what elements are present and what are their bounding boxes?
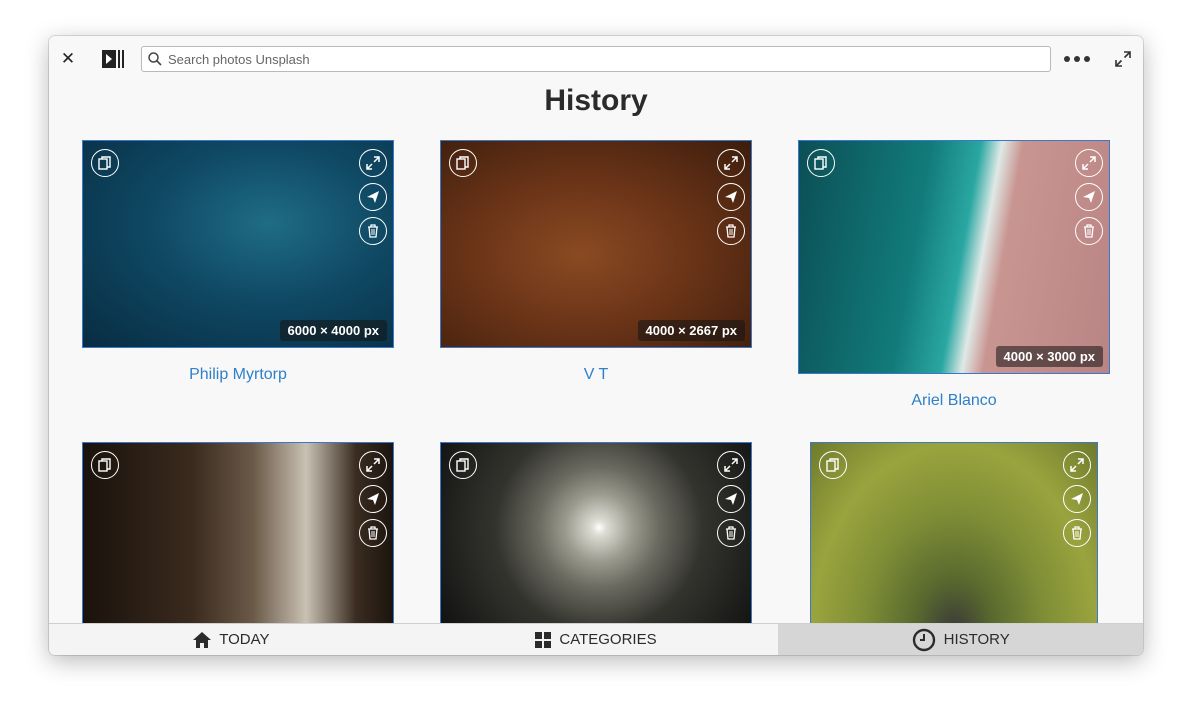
close-button[interactable]: ✕ (60, 48, 76, 70)
fullscreen-button[interactable] (1115, 51, 1131, 67)
expand-photo-button[interactable] (1075, 149, 1103, 177)
expand-icon (724, 458, 738, 472)
trash-icon (1072, 526, 1082, 540)
send-button[interactable] (717, 183, 745, 211)
copy-button[interactable] (819, 451, 847, 479)
paper-plane-icon (367, 493, 379, 505)
copy-icon (814, 156, 827, 170)
search-icon (148, 52, 162, 66)
delete-button[interactable] (359, 217, 387, 245)
tab-categories[interactable]: CATEGORIES (414, 624, 779, 655)
paper-plane-icon (725, 191, 737, 203)
page-title: History (544, 84, 648, 117)
photo-card[interactable]: 4000 × 2667 px (440, 140, 752, 348)
copy-icon (456, 156, 469, 170)
photo-card[interactable]: 6000 × 4000 px (82, 140, 394, 348)
photo-card[interactable]: 4000 × 3000 px (798, 140, 1110, 374)
delete-button[interactable] (359, 519, 387, 547)
tab-today[interactable]: TODAY (49, 624, 414, 655)
photo-author-link[interactable]: V T (440, 366, 752, 384)
trash-icon (368, 224, 378, 238)
more-dots-icon (1064, 56, 1090, 62)
photo-card[interactable] (440, 442, 752, 632)
expand-photo-button[interactable] (717, 451, 745, 479)
app-window: ✕ Search photos Unsplash History 6000 × … (49, 36, 1143, 655)
copy-button[interactable] (807, 149, 835, 177)
tab-history[interactable]: HISTORY (778, 624, 1143, 655)
expand-icon (1115, 51, 1131, 67)
photo-author-link[interactable]: Philip Myrtorp (82, 366, 394, 384)
expand-icon (724, 156, 738, 170)
send-button[interactable] (359, 183, 387, 211)
send-button[interactable] (1063, 485, 1091, 513)
paper-plane-icon (1083, 191, 1095, 203)
copy-icon (456, 458, 469, 472)
trash-icon (1084, 224, 1094, 238)
resolution-badge: 6000 × 4000 px (279, 320, 387, 341)
delete-button[interactable] (1075, 217, 1103, 245)
trash-icon (368, 526, 378, 540)
trash-icon (726, 224, 736, 238)
send-button[interactable] (717, 485, 745, 513)
copy-icon (98, 156, 111, 170)
expand-icon (1082, 156, 1096, 170)
more-options-button[interactable] (1063, 48, 1091, 70)
expand-icon (366, 458, 380, 472)
app-logo-icon (102, 50, 124, 68)
photo-card[interactable] (810, 442, 1098, 632)
tab-today-label: TODAY (219, 631, 270, 648)
top-bar: ✕ (49, 36, 1143, 82)
copy-icon (98, 458, 111, 472)
copy-icon (826, 458, 839, 472)
copy-button[interactable] (449, 149, 477, 177)
trash-icon (726, 526, 736, 540)
copy-button[interactable] (449, 451, 477, 479)
copy-button[interactable] (91, 149, 119, 177)
delete-button[interactable] (717, 519, 745, 547)
delete-button[interactable] (717, 217, 745, 245)
resolution-badge: 4000 × 3000 px (995, 346, 1103, 367)
expand-icon (366, 156, 380, 170)
clock-icon (912, 628, 935, 651)
tab-history-label: HISTORY (943, 631, 1010, 648)
tab-categories-label: CATEGORIES (559, 631, 657, 648)
copy-button[interactable] (91, 451, 119, 479)
send-button[interactable] (1075, 183, 1103, 211)
grid-icon (535, 631, 552, 648)
expand-photo-button[interactable] (717, 149, 745, 177)
home-icon (193, 631, 212, 648)
photo-author-link[interactable]: Ariel Blanco (798, 392, 1110, 410)
paper-plane-icon (725, 493, 737, 505)
expand-photo-button[interactable] (1063, 451, 1091, 479)
delete-button[interactable] (1063, 519, 1091, 547)
expand-icon (1070, 458, 1084, 472)
search-box[interactable] (141, 46, 1051, 72)
send-button[interactable] (359, 485, 387, 513)
expand-photo-button[interactable] (359, 149, 387, 177)
paper-plane-icon (1071, 493, 1083, 505)
paper-plane-icon (367, 191, 379, 203)
resolution-badge: 4000 × 2667 px (637, 320, 745, 341)
expand-photo-button[interactable] (359, 451, 387, 479)
photo-card[interactable] (82, 442, 394, 632)
search-input[interactable] (168, 49, 1038, 69)
bottom-tab-bar: TODAY CATEGORIES HISTORY (49, 623, 1143, 655)
